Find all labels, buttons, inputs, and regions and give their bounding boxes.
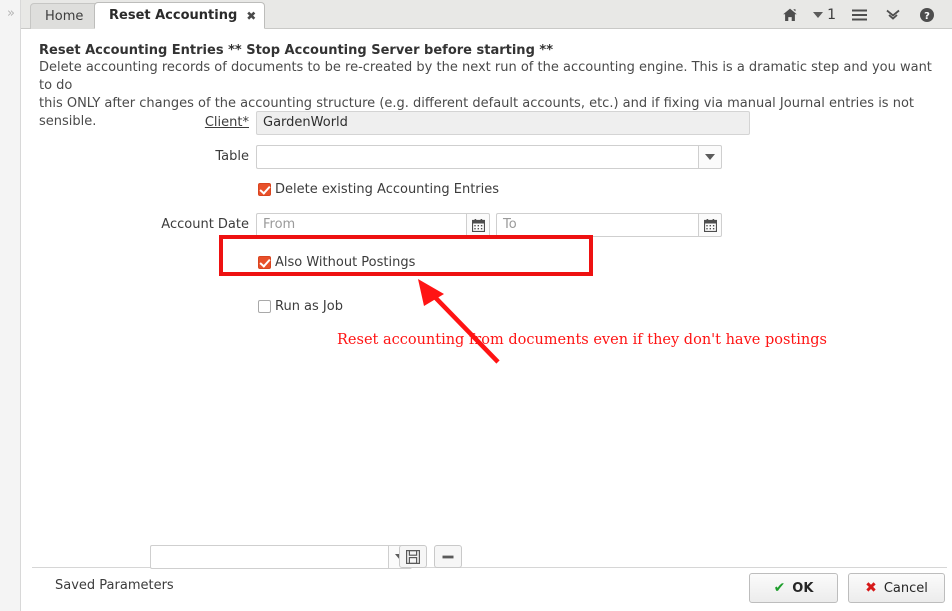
table-label: Table [215,149,249,164]
form-row-table: Table [22,145,952,179]
hamburger-menu-icon[interactable] [842,1,876,28]
also-without-postings-label: Also Without Postings [275,255,416,270]
page-title: Reset Accounting Entries ** Stop Account… [39,43,553,58]
tab-home[interactable]: Home [30,3,99,29]
calendar-icon[interactable] [466,213,490,237]
left-rail: » [0,0,21,611]
account-date-from-field[interactable]: From [256,213,490,237]
help-question-icon[interactable]: ? [910,1,944,28]
double-chevron-down-icon[interactable] [876,1,910,28]
delete-existing-accounting-entries-checkbox[interactable]: Delete existing Accounting Entries [258,182,499,197]
ok-button[interactable]: ✔ OK [749,573,838,603]
client-field[interactable]: GardenWorld [256,111,750,135]
account-date-to-field[interactable]: To [496,213,722,237]
checkbox-checked-icon [258,256,271,269]
tab-reset-accounting[interactable]: Reset Accounting ✖ [94,2,266,29]
chevron-down-icon[interactable] [698,145,722,169]
account-date-from-input[interactable]: From [256,213,466,237]
also-without-postings-checkbox[interactable]: Also Without Postings [258,255,415,270]
tab-reset-accounting-label: Reset Accounting [109,8,238,23]
x-icon: ✖ [865,580,877,596]
account-date-label: Account Date [161,217,249,232]
table-combobox[interactable] [256,145,722,169]
top-toolbar: 1 ? [773,0,944,29]
delete-parameters-button[interactable] [434,545,462,568]
ok-button-label: OK [792,580,814,596]
client-label[interactable]: Client* [19,111,249,135]
form-row-client: Client* GardenWorld [22,111,952,145]
saved-parameters-label: Saved Parameters [55,578,174,593]
cancel-button-label: Cancel [883,580,928,596]
caret-down-icon [813,11,824,18]
annotation-text: Reset accounting from documents even if … [337,332,827,348]
save-parameters-button[interactable] [399,545,427,568]
chevrons-right-icon[interactable]: » [3,6,19,22]
form-row-account-date: Account Date From To [22,213,952,247]
checkbox-unchecked-icon [258,300,271,313]
close-icon[interactable]: ✖ [246,10,256,22]
saved-parameters-combobox[interactable] [150,545,412,569]
delete-existing-accounting-entries-label: Delete existing Accounting Entries [275,182,500,197]
dialog-content: Reset Accounting Entries ** Stop Account… [22,29,952,611]
record-count-dropdown[interactable]: 1 [807,1,842,28]
caret-down-glyph [705,154,715,160]
application-window: » Home Reset Accounting ✖ 1 ? Reset Acco… [0,0,952,611]
run-as-job-label: Run as Job [275,299,343,314]
checkbox-checked-icon [258,183,271,196]
form-row-run-as-job: Run as Job [22,281,952,315]
form-row-also-without-postings: Also Without Postings [22,247,952,281]
calendar-icon[interactable] [698,213,722,237]
record-count: 1 [827,6,836,23]
svg-text:?: ? [924,11,930,22]
home-icon[interactable] [773,1,807,28]
tab-bar: Home Reset Accounting ✖ 1 ? [21,0,952,29]
saved-parameters-input[interactable] [150,545,388,569]
run-as-job-checkbox[interactable]: Run as Job [258,299,343,314]
check-icon: ✔ [773,580,786,596]
form-row-delete-existing: Delete existing Accounting Entries [22,179,952,213]
cancel-button[interactable]: ✖ Cancel [848,573,945,603]
table-input[interactable] [256,145,698,169]
page-description-line-1: Delete accounting records of documents t… [39,60,932,93]
tab-home-label: Home [45,9,84,24]
account-date-to-input[interactable]: To [496,213,698,237]
parameter-form: Client* GardenWorld Table Delete existin… [22,111,952,315]
